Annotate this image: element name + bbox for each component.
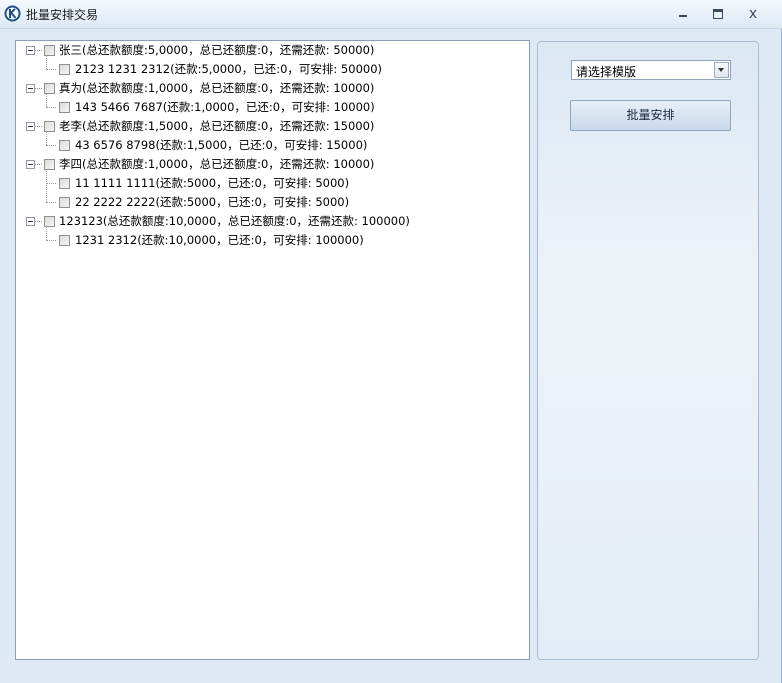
tree-node-label: 123123(总还款额度:10,0000，总已还额度:0，还需还款: 10000… <box>59 214 410 228</box>
tree-child-checkbox[interactable] <box>59 140 70 151</box>
tree-child-label: 11 1111 1111(还款:5000，已还:0，可安排: 5000) <box>75 176 350 190</box>
tree-child-node[interactable]: 143 5466 7687(还款:1,0000，已还:0，可安排: 10000) <box>16 98 526 116</box>
collapse-icon[interactable] <box>26 46 35 55</box>
tree-child-checkbox[interactable] <box>59 235 70 246</box>
close-button[interactable]: x <box>741 4 765 24</box>
tree-child-checkbox[interactable] <box>59 102 70 113</box>
tree-connector <box>35 164 42 165</box>
tree-child-node[interactable]: 2123 1231 2312(还款:5,0000，已还:0，可安排: 50000… <box>16 60 526 78</box>
tree-child-node[interactable]: 11 1111 1111(还款:5000，已还:0，可安排: 5000) <box>16 174 526 192</box>
tree-node-label: 真为(总还款额度:1,0000，总已还额度:0，还需还款: 10000) <box>59 81 375 95</box>
tree-connector <box>46 69 56 70</box>
collapse-icon[interactable] <box>26 217 35 226</box>
collapse-icon[interactable] <box>26 84 35 93</box>
tree-child-node[interactable]: 22 2222 2222(还款:5000，已还:0，可安排: 5000) <box>16 193 526 211</box>
maximize-button[interactable] <box>706 4 730 24</box>
tree-child-label: 1231 2312(还款:10,0000，已还:0，可安排: 100000) <box>75 233 364 247</box>
tree-connector <box>46 169 47 202</box>
tree-connector <box>46 131 47 145</box>
tree-node-label: 李四(总还款额度:1,0000，总已还额度:0，还需还款: 10000) <box>59 157 375 171</box>
minimize-icon <box>679 15 687 17</box>
tree-child-checkbox[interactable] <box>59 64 70 75</box>
tree-node[interactable]: 123123(总还款额度:10,0000，总已还额度:0，还需还款: 10000… <box>16 212 526 230</box>
tree-connector <box>46 107 56 108</box>
tree-connector <box>46 226 47 240</box>
tree-node-label: 张三(总还款额度:5,0000，总已还额度:0，还需还款: 50000) <box>59 43 375 57</box>
tree-connector <box>35 221 42 222</box>
tree-node[interactable]: 李四(总还款额度:1,0000，总已还额度:0，还需还款: 10000) <box>16 155 526 173</box>
tree-node[interactable]: 张三(总还款额度:5,0000，总已还额度:0，还需还款: 50000) <box>16 41 526 59</box>
action-panel: 请选择模版 批量安排 <box>537 41 759 660</box>
tree-connector <box>35 126 42 127</box>
tree-child-label: 22 2222 2222(还款:5000，已还:0，可安排: 5000) <box>75 195 350 209</box>
tree-connector <box>46 145 56 146</box>
tree-child-node[interactable]: 43 6576 8798(还款:1,5000，已还:0，可安排: 15000) <box>16 136 526 154</box>
account-tree[interactable]: 张三(总还款额度:5,0000，总已还额度:0，还需还款: 50000) 2123… <box>15 40 530 660</box>
tree-connector <box>46 183 56 184</box>
tree-child-label: 143 5466 7687(还款:1,0000，已还:0，可安排: 10000) <box>75 100 375 114</box>
minimize-button[interactable] <box>671 4 695 24</box>
template-select-value: 请选择模版 <box>576 65 637 79</box>
tree-child-checkbox[interactable] <box>59 197 70 208</box>
title-bar[interactable]: 批量安排交易 x <box>0 0 782 29</box>
tree-connector <box>46 93 47 107</box>
batch-arrange-button[interactable]: 批量安排 <box>570 100 731 131</box>
chevron-down-icon[interactable] <box>714 62 729 78</box>
template-select[interactable]: 请选择模版 <box>571 60 731 80</box>
tree-child-checkbox[interactable] <box>59 178 70 189</box>
tree-connector <box>46 202 56 203</box>
tree-node[interactable]: 老李(总还款额度:1,5000，总已还额度:0，还需还款: 15000) <box>16 117 526 135</box>
tree-connector <box>35 88 42 89</box>
collapse-icon[interactable] <box>26 160 35 169</box>
collapse-icon[interactable] <box>26 122 35 131</box>
tree-child-label: 2123 1231 2312(还款:5,0000，已还:0，可安排: 50000… <box>75 62 383 76</box>
tree-child-label: 43 6576 8798(还款:1,5000，已还:0，可安排: 15000) <box>75 138 368 152</box>
tree-child-node[interactable]: 1231 2312(还款:10,0000，已还:0，可安排: 100000) <box>16 231 526 249</box>
tree-connector <box>46 240 56 241</box>
close-icon: x <box>748 6 758 22</box>
tree-connector <box>35 50 42 51</box>
maximize-icon <box>713 9 723 19</box>
tree-connector <box>46 55 47 69</box>
app-logo-icon <box>4 5 21 22</box>
tree-node-label: 老李(总还款额度:1,5000，总已还额度:0，还需还款: 15000) <box>59 119 375 133</box>
window-title: 批量安排交易 <box>26 8 99 22</box>
batch-arrange-window: 批量安排交易 x 张三(总还款额度:5,0000，总已还额度:0，还需还款: 5… <box>0 0 782 683</box>
tree-node[interactable]: 真为(总还款额度:1,0000，总已还额度:0，还需还款: 10000) <box>16 79 526 97</box>
